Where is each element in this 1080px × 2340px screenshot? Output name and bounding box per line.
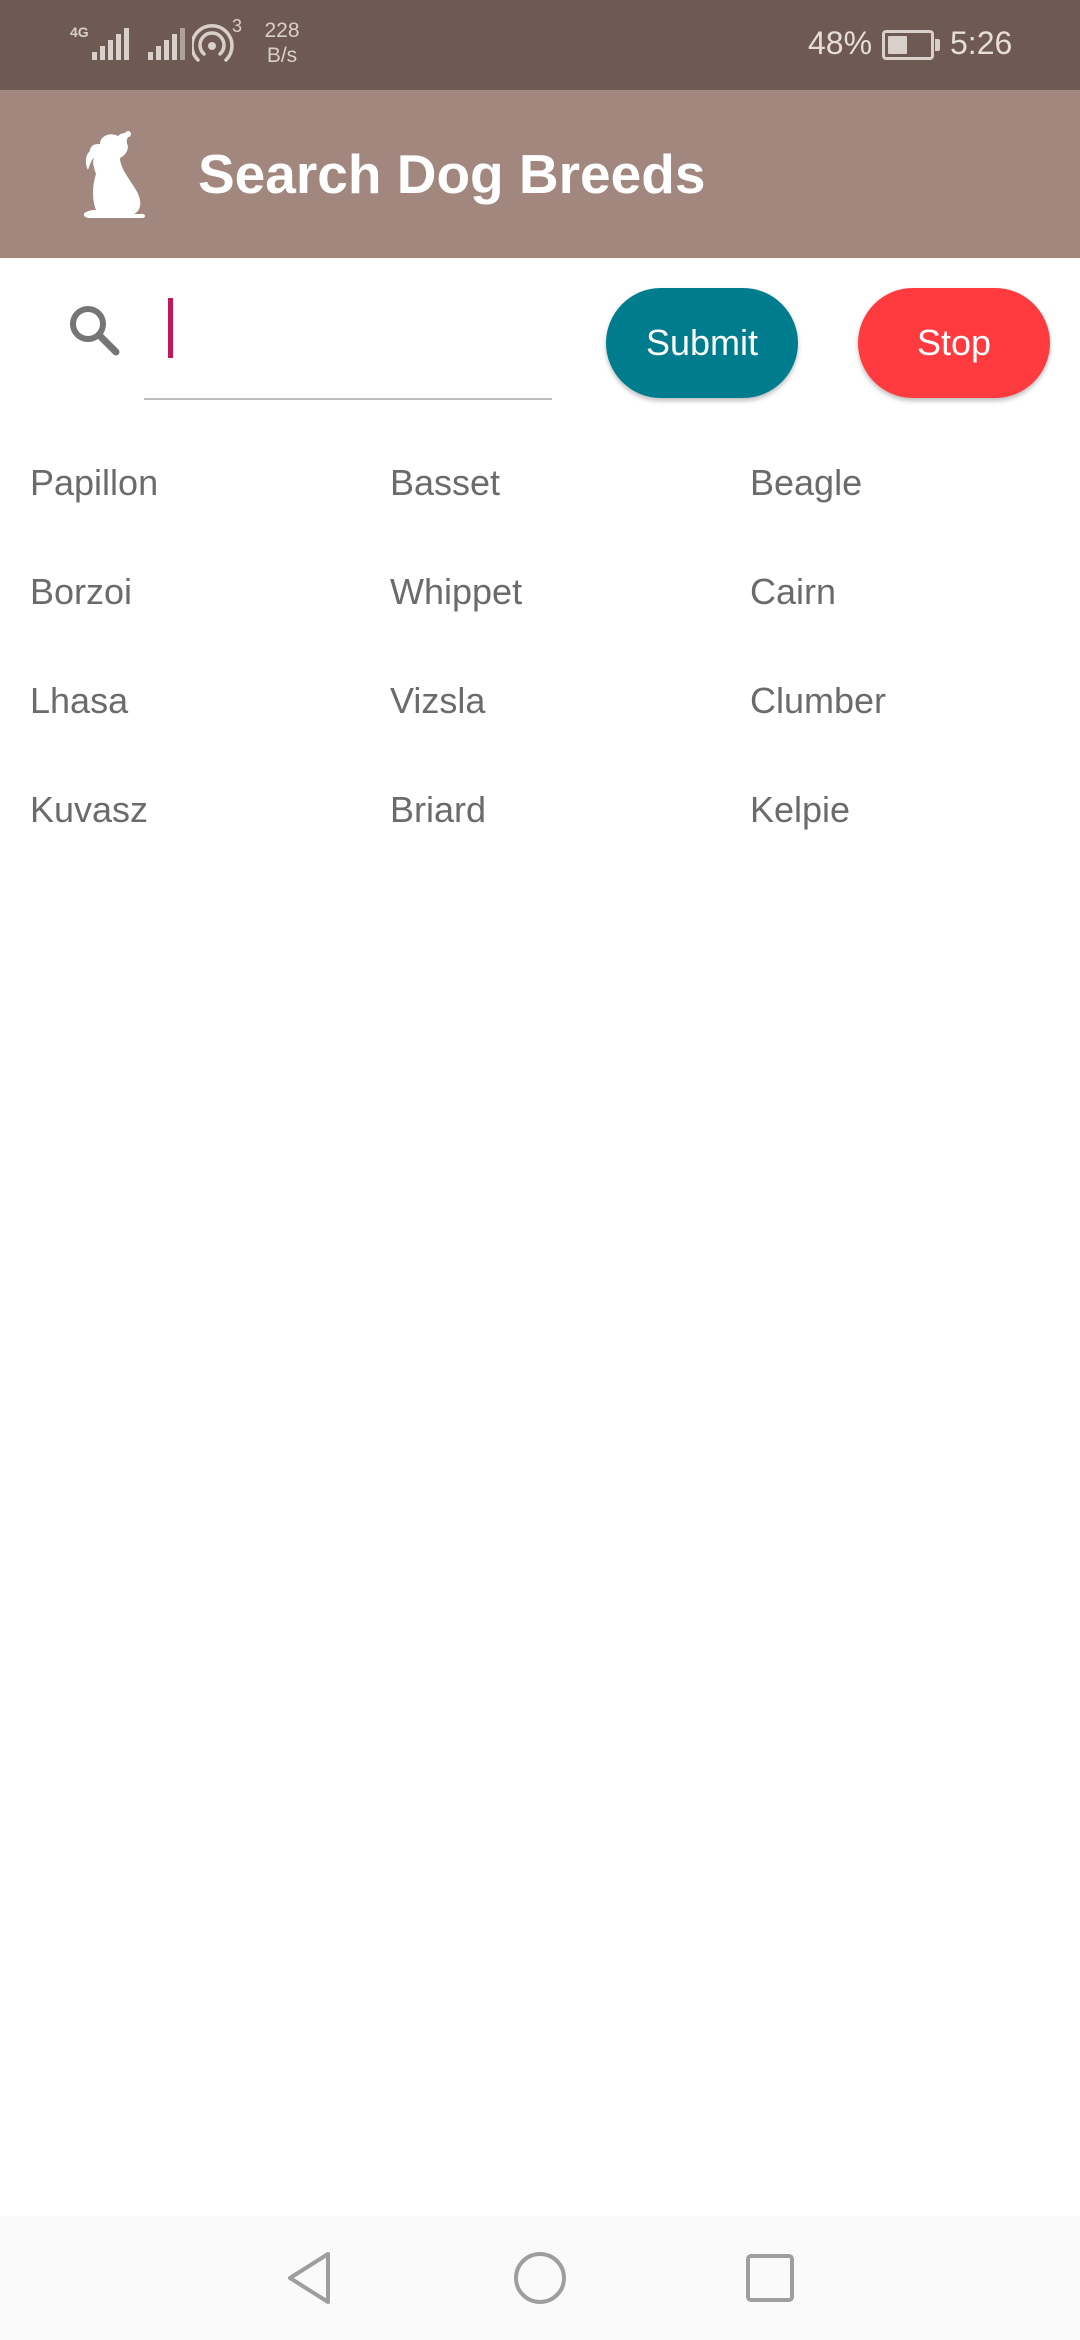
- battery-icon: [882, 30, 940, 60]
- breed-item[interactable]: Cairn: [750, 559, 1080, 668]
- page-title: Search Dog Breeds: [198, 143, 706, 205]
- recents-icon[interactable]: [738, 2246, 802, 2310]
- back-icon[interactable]: [278, 2246, 342, 2310]
- network-speed: 228 B/s: [254, 18, 310, 68]
- breed-item[interactable]: Clumber: [750, 668, 1080, 777]
- breed-item[interactable]: Whippet: [390, 559, 750, 668]
- battery-percent: 48%: [808, 25, 873, 61]
- home-icon[interactable]: [508, 2246, 572, 2310]
- app-bar: Search Dog Breeds: [0, 90, 1080, 258]
- status-bar: 4G 3 228 B/s 48% 5:26: [0, 0, 1080, 90]
- text-cursor: [168, 298, 173, 358]
- hotspot-icon: [190, 22, 236, 66]
- breed-item[interactable]: Briard: [390, 777, 750, 886]
- breed-item[interactable]: Borzoi: [30, 559, 390, 668]
- search-icon[interactable]: [64, 300, 124, 360]
- breed-item[interactable]: Lhasa: [30, 668, 390, 777]
- screen: 4G 3 228 B/s 48% 5:26 Search Dog Breeds …: [0, 0, 1080, 2340]
- search-input[interactable]: [164, 298, 544, 362]
- breed-item[interactable]: Kuvasz: [30, 777, 390, 886]
- dog-icon: [70, 130, 150, 220]
- submit-button[interactable]: Submit: [606, 288, 798, 398]
- breed-item[interactable]: Papillon: [30, 450, 390, 559]
- stop-button[interactable]: Stop: [858, 288, 1050, 398]
- breed-item[interactable]: Vizsla: [390, 668, 750, 777]
- speed-value: 228: [264, 19, 300, 42]
- breed-list: Papillon Basset Beagle Borzoi Whippet Ca…: [30, 450, 1080, 886]
- navigation-bar: [0, 2216, 1080, 2340]
- signal-4g-icon: 4G: [70, 24, 129, 64]
- breed-item[interactable]: Basset: [390, 450, 750, 559]
- speed-unit: B/s: [266, 44, 298, 67]
- breed-item[interactable]: Kelpie: [750, 777, 1080, 886]
- signal-icon: [148, 28, 185, 60]
- breed-item[interactable]: Beagle: [750, 450, 1080, 559]
- clock: 5:26: [950, 25, 1013, 61]
- search-field[interactable]: [144, 290, 552, 400]
- battery-level-fill: [888, 36, 907, 54]
- hotspot-count: 3: [232, 16, 243, 36]
